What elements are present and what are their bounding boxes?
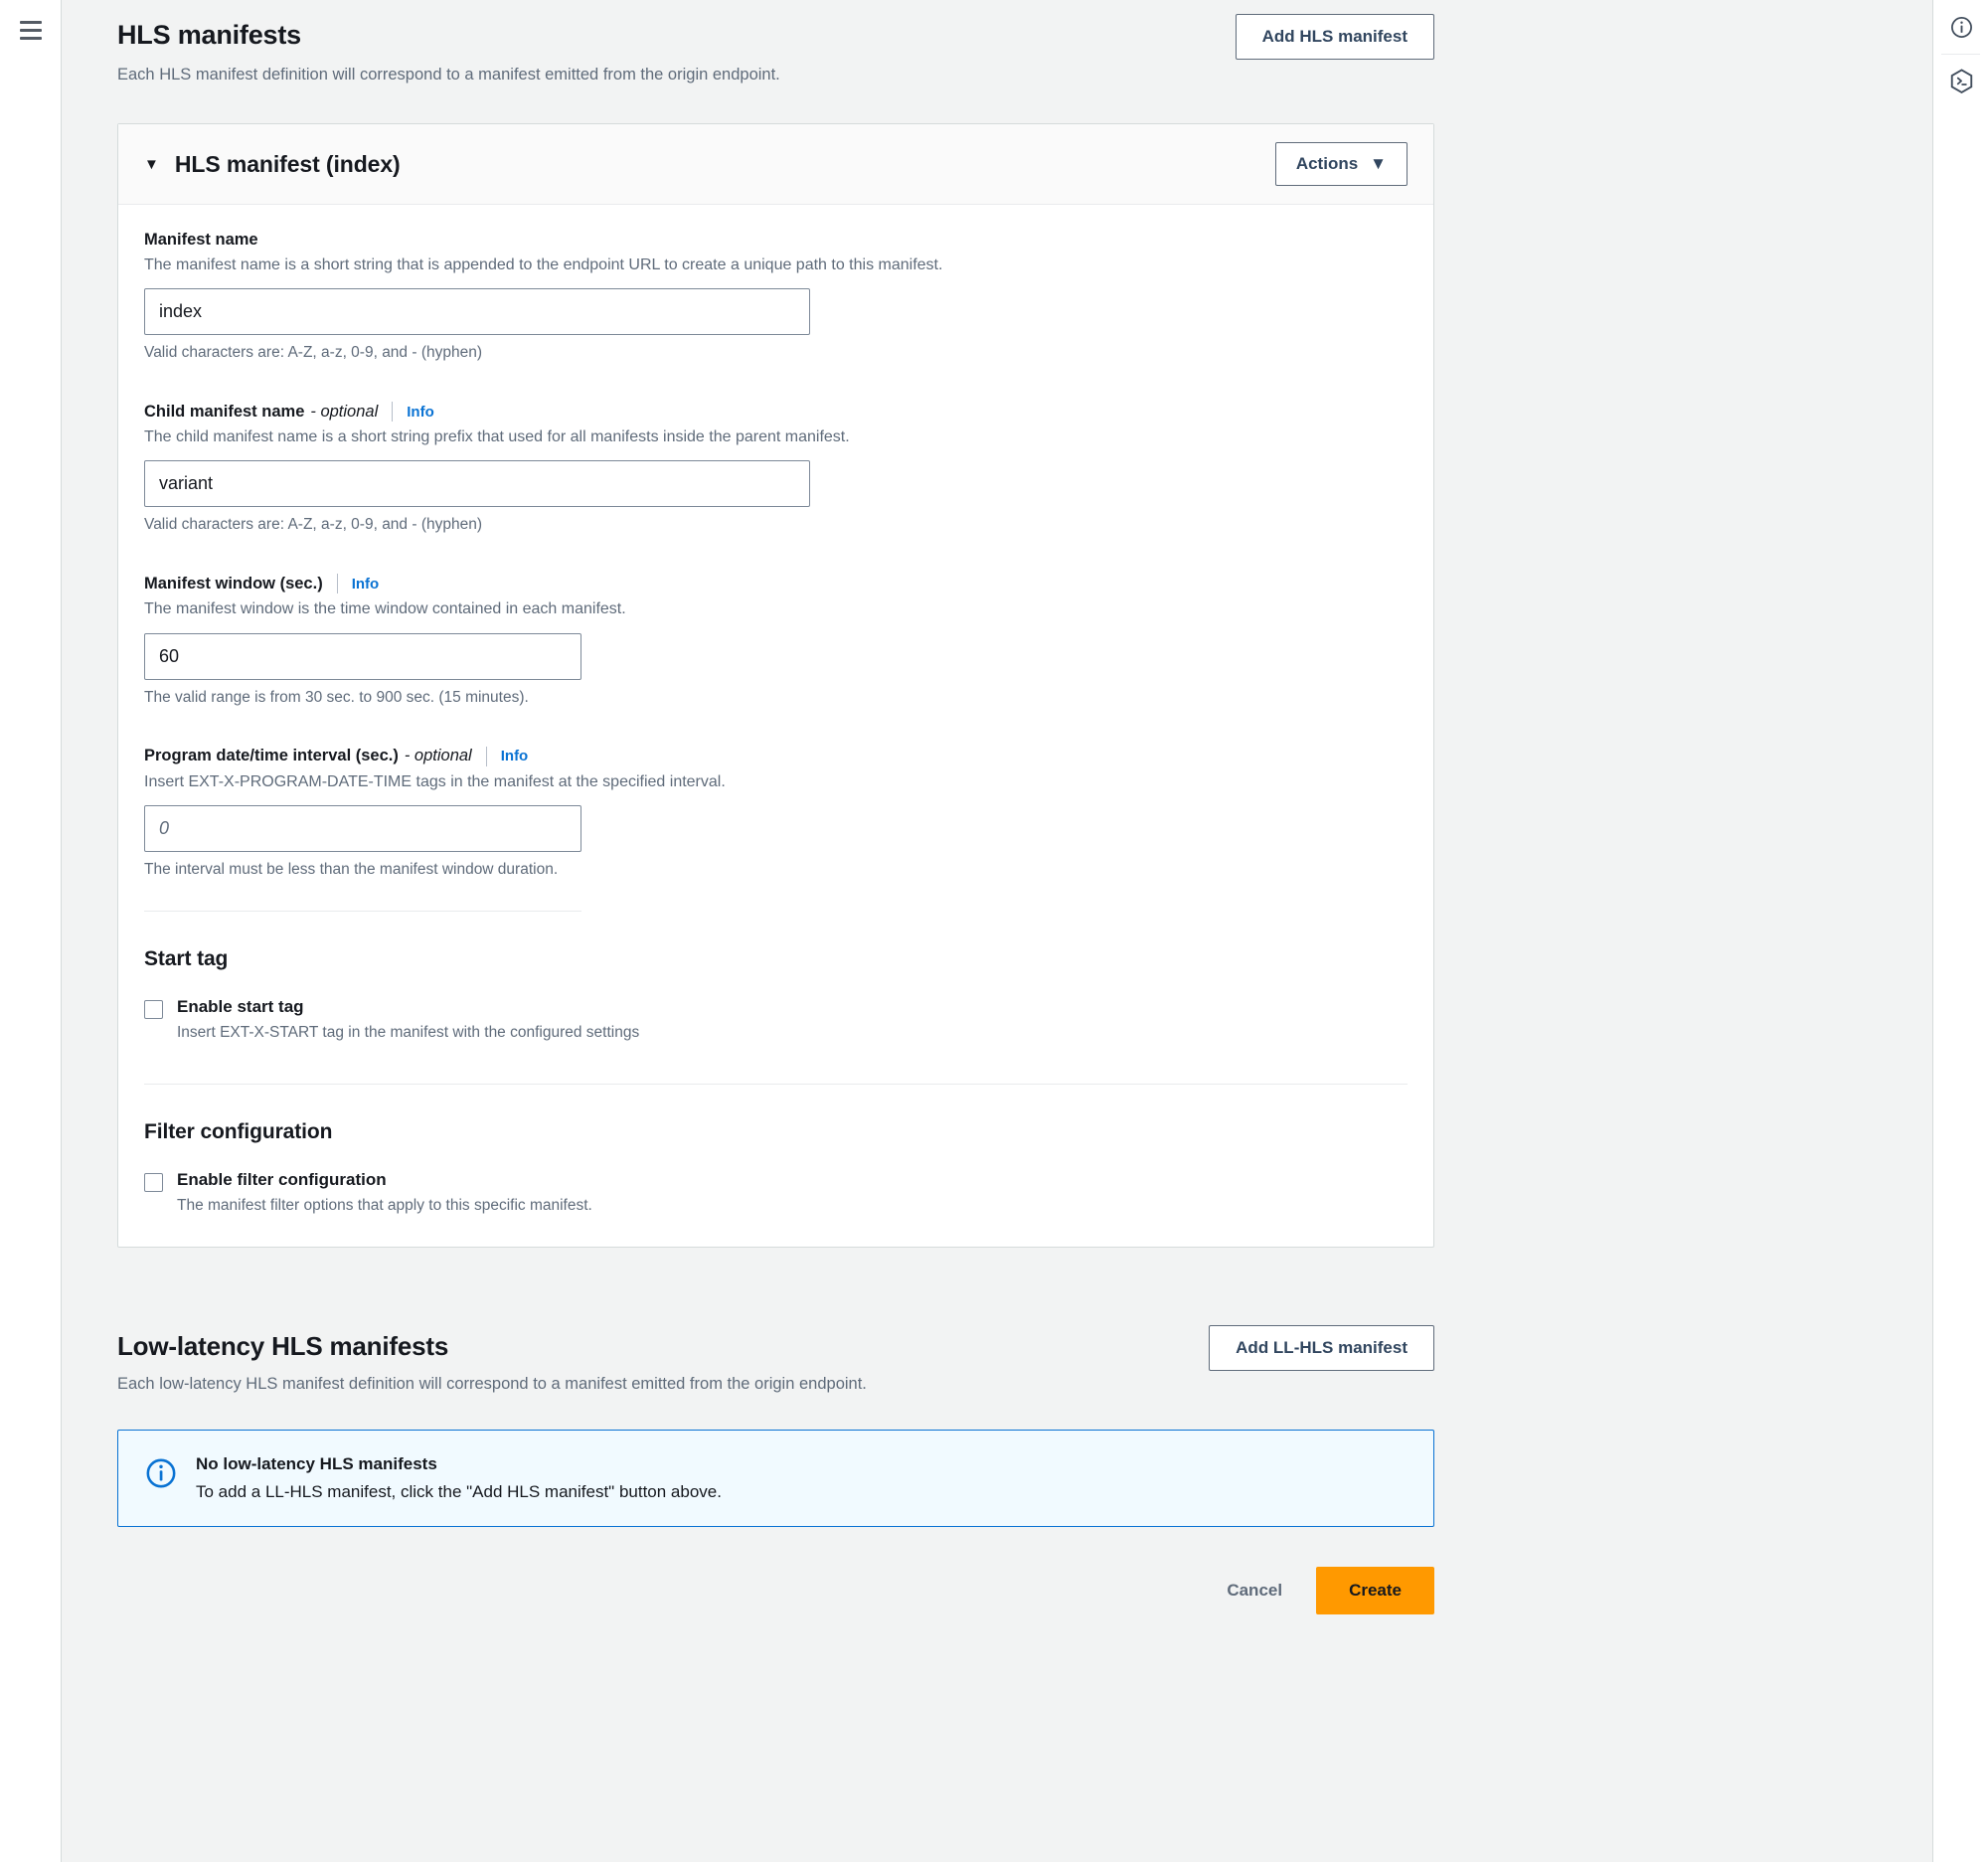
program-date-time-interval-description: Insert EXT-X-PROGRAM-DATE-TIME tags in t…: [144, 772, 726, 790]
form-page: HLS manifests Each HLS manifest definiti…: [117, 0, 1434, 1654]
chevron-down-icon[interactable]: ▼: [144, 157, 159, 172]
cloudshell-hexagon-icon: [1950, 68, 1972, 93]
low-latency-hls-section: Low-latency HLS manifests Each low-laten…: [117, 1324, 1434, 1527]
alert-title: No low-latency HLS manifests: [196, 1453, 437, 1473]
enable-start-tag-row[interactable]: Enable start tag Insert EXT-X-START tag …: [144, 997, 1408, 1044]
label-divider: [485, 746, 487, 766]
field-spacer: [144, 534, 1408, 574]
filter-configuration-title: Filter configuration: [144, 1119, 333, 1143]
program-date-time-interval-field: Program date/time interval (sec.) - opti…: [144, 746, 1408, 879]
manifest-window-input[interactable]: [144, 632, 581, 680]
child-manifest-name-constraint: Valid characters are: A-Z, a-z, 0-9, and…: [144, 516, 483, 534]
manifest-name-field: Manifest name The manifest name is a sho…: [144, 231, 1408, 362]
hls-manifest-card: ▼ HLS manifest (index) Actions ▼ Manifes…: [117, 123, 1434, 1248]
manifest-name-description: The manifest name is a short string that…: [144, 256, 943, 274]
manifest-name-constraint: Valid characters are: A-Z, a-z, 0-9, and…: [144, 344, 483, 362]
add-ll-hls-manifest-button[interactable]: Add LL-HLS manifest: [1209, 1324, 1434, 1371]
add-hls-manifest-button[interactable]: Add HLS manifest: [1235, 14, 1434, 60]
info-circle-icon: [144, 1456, 178, 1495]
form-footer-actions: Cancel Create: [117, 1566, 1434, 1654]
program-date-time-interval-label: Program date/time interval (sec.) - opti…: [144, 746, 1408, 766]
child-manifest-name-description: The child manifest name is a short strin…: [144, 428, 850, 446]
info-circle-icon: [1950, 16, 1972, 38]
hamburger-bar: [20, 28, 42, 32]
field-spacer: [144, 707, 1408, 747]
field-spacer: [144, 362, 1408, 402]
card-header-left-group: ▼ HLS manifest (index): [144, 151, 401, 178]
manifest-window-description: The manifest window is the time window c…: [144, 600, 626, 618]
program-date-time-interval-constraint: The interval must be less than the manif…: [144, 860, 559, 878]
hamburger-bar: [20, 36, 42, 40]
page-root: HLS manifests Each HLS manifest definiti…: [0, 0, 1988, 1862]
hamburger-menu-icon[interactable]: [12, 11, 50, 49]
cloudshell-button[interactable]: [1933, 55, 1988, 108]
low-latency-title: Low-latency HLS manifests: [117, 1330, 449, 1361]
actions-button-label: Actions: [1295, 154, 1359, 174]
alert-body-text: To add a LL-HLS manifest, click the "Add…: [196, 1481, 722, 1501]
child-manifest-name-label-text: Child manifest name: [144, 402, 305, 421]
info-panel-toggle-button[interactable]: [1933, 0, 1988, 54]
main-content: HLS manifests Each HLS manifest definiti…: [63, 0, 1932, 1654]
actions-button[interactable]: Actions ▼: [1274, 142, 1408, 187]
enable-start-tag-text-block: Enable start tag Insert EXT-X-START tag …: [177, 997, 639, 1044]
start-tag-divider: [144, 910, 581, 912]
child-manifest-name-info-link[interactable]: Info: [407, 404, 434, 421]
enable-filter-configuration-row[interactable]: Enable filter configuration The manifest…: [144, 1170, 1408, 1217]
enable-filter-configuration-description: The manifest filter options that apply t…: [177, 1196, 592, 1214]
start-tag-section: Start tag Enable start tag Insert EXT-X-…: [144, 947, 1408, 1044]
low-latency-header: Low-latency HLS manifests Each low-laten…: [117, 1324, 1434, 1394]
chevron-down-icon: ▼: [1370, 154, 1387, 174]
manifest-window-field: Manifest window (sec.) Info The manifest…: [144, 574, 1408, 706]
enable-start-tag-label[interactable]: Enable start tag: [177, 997, 639, 1017]
enable-filter-configuration-label[interactable]: Enable filter configuration: [177, 1170, 592, 1190]
program-date-time-interval-info-link[interactable]: Info: [501, 748, 529, 764]
program-date-time-interval-label-text: Program date/time interval (sec.): [144, 747, 399, 764]
cancel-button[interactable]: Cancel: [1207, 1568, 1302, 1613]
child-manifest-name-input[interactable]: [144, 460, 810, 508]
hls-manifests-heading-block: HLS manifests Each HLS manifest definiti…: [117, 14, 780, 85]
enable-filter-configuration-checkbox[interactable]: [144, 1172, 163, 1192]
program-date-time-interval-optional: - optional: [404, 747, 472, 764]
manifest-window-info-link[interactable]: Info: [352, 576, 380, 592]
filter-configuration-divider: [144, 1083, 1408, 1085]
manifest-window-constraint: The valid range is from 30 sec. to 900 s…: [144, 688, 529, 706]
hls-manifest-card-header: ▼ HLS manifest (index) Actions ▼: [118, 124, 1433, 206]
enable-filter-configuration-text-block: Enable filter configuration The manifest…: [177, 1170, 592, 1217]
enable-start-tag-checkbox[interactable]: [144, 999, 163, 1019]
create-button[interactable]: Create: [1316, 1566, 1434, 1614]
start-tag-title: Start tag: [144, 946, 229, 970]
hamburger-bar: [20, 20, 42, 24]
hls-manifests-description: Each HLS manifest definition will corres…: [117, 66, 780, 84]
label-divider: [392, 402, 394, 423]
page-title: HLS manifests: [117, 20, 301, 50]
manifest-name-input[interactable]: [144, 288, 810, 336]
label-divider: [336, 574, 338, 594]
alert-text-block: No low-latency HLS manifests To add a LL…: [196, 1454, 722, 1502]
child-manifest-name-optional: - optional: [310, 402, 379, 421]
right-tools-rail: [1932, 0, 1988, 1862]
hls-manifest-card-body: Manifest name The manifest name is a sho…: [118, 205, 1433, 1246]
manifest-window-label-text: Manifest window (sec.): [144, 574, 323, 592]
manifest-name-label-text: Manifest name: [144, 231, 258, 250]
filter-configuration-section: Filter configuration Enable filter confi…: [144, 1120, 1408, 1217]
low-latency-heading-block: Low-latency HLS manifests Each low-laten…: [117, 1325, 867, 1394]
low-latency-description: Each low-latency HLS manifest definition…: [117, 1374, 867, 1393]
child-manifest-name-field: Child manifest name - optional Info The …: [144, 402, 1408, 534]
no-low-latency-manifests-alert: No low-latency HLS manifests To add a LL…: [117, 1429, 1434, 1527]
hls-manifest-card-title: HLS manifest (index): [174, 150, 401, 177]
manifest-window-label: Manifest window (sec.) Info: [144, 574, 1408, 594]
manifest-name-label: Manifest name: [144, 231, 1408, 250]
program-date-time-interval-input[interactable]: [144, 804, 581, 852]
hls-manifests-header: HLS manifests Each HLS manifest definiti…: [117, 14, 1434, 85]
enable-start-tag-description: Insert EXT-X-START tag in the manifest w…: [177, 1023, 640, 1041]
child-manifest-name-label: Child manifest name - optional Info: [144, 402, 1408, 423]
left-navigation-rail: [0, 0, 62, 1862]
